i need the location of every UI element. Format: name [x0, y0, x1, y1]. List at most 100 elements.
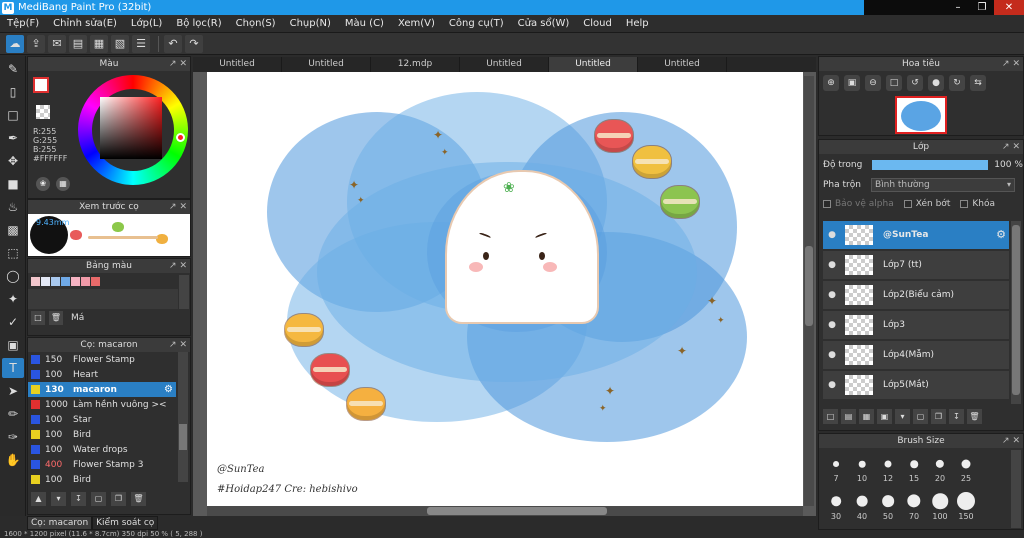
palette-swatch[interactable] — [71, 277, 80, 286]
brush-size-option[interactable]: 10 — [849, 452, 875, 490]
panel-buttons-icon[interactable]: ↗ ✕ — [1002, 140, 1020, 154]
brush-item[interactable]: 100 Water drops — [28, 442, 176, 457]
menu-color[interactable]: Màu (C) — [338, 18, 391, 29]
blend-mode-select[interactable]: Bình thường ▾ — [870, 178, 1015, 192]
document-tab[interactable]: Untitled — [193, 57, 282, 72]
brush-item[interactable]: 150 Flower Stamp — [28, 352, 176, 367]
delete-palette-icon[interactable]: 🗑 — [49, 311, 63, 325]
move-tool-icon[interactable]: ✥ — [2, 151, 24, 171]
zoom-in-icon[interactable]: ⊕ — [823, 75, 839, 91]
document-tab[interactable]: Untitled — [460, 57, 549, 72]
fill-tool-icon[interactable]: ♨ — [2, 197, 24, 217]
layer-item[interactable]: ● Lớp3 — [823, 311, 1009, 339]
visibility-icon[interactable]: ● — [823, 320, 841, 330]
reset-rotation-icon[interactable]: ● — [928, 75, 944, 91]
brush-size-option[interactable]: 12 — [875, 452, 901, 490]
cloud-icon[interactable]: ☁ — [6, 34, 24, 53]
document-tab[interactable]: Untitled — [549, 57, 638, 72]
brush-size-option[interactable]: 20 — [927, 452, 953, 490]
dot-tool-icon[interactable]: □ — [2, 105, 24, 125]
visibility-icon[interactable]: ● — [823, 290, 841, 300]
brush-item[interactable]: 400 Flower Stamp 3 — [28, 457, 176, 472]
hand-tool-icon[interactable]: ✋ — [2, 450, 24, 470]
flip-icon[interactable]: ⇆ — [970, 75, 986, 91]
layer-options-icon[interactable]: ▾ — [895, 409, 910, 424]
fit-icon[interactable]: ▣ — [844, 75, 860, 91]
palette-swatch[interactable] — [91, 277, 100, 286]
new-layer-icon[interactable]: □ — [823, 409, 838, 424]
list-icon[interactable]: ☰ — [132, 34, 150, 53]
visibility-icon[interactable]: ● — [823, 380, 841, 390]
menu-help[interactable]: Help — [619, 18, 656, 29]
brush-item[interactable]: 1000 Làm hềnh vuông >< — [28, 397, 176, 412]
text-tool-icon[interactable]: T — [2, 358, 24, 378]
duplicate-layer-icon[interactable]: ❐ — [931, 409, 946, 424]
rotate-left-icon[interactable]: ↺ — [907, 75, 923, 91]
grid-icon[interactable]: ▧ — [111, 34, 129, 53]
visibility-icon[interactable]: ● — [823, 260, 841, 270]
brush-size-option[interactable]: 40 — [849, 490, 875, 528]
menu-edit[interactable]: Chỉnh sửa(E) — [46, 18, 124, 29]
magic-wand-icon[interactable]: ✦ — [2, 289, 24, 309]
panel-buttons-icon[interactable]: ↗ ✕ — [169, 200, 187, 214]
palette-swatch[interactable] — [41, 277, 50, 286]
brush-scrollbar[interactable] — [178, 352, 188, 482]
add-brush-icon[interactable]: ▲ — [31, 492, 46, 506]
eraser-tool-icon[interactable]: ▯ — [2, 82, 24, 102]
palette-swatch[interactable] — [51, 277, 60, 286]
brush-size-option[interactable]: 150 — [953, 490, 979, 528]
duplicate-brush-icon[interactable]: ❐ — [111, 492, 126, 506]
visibility-icon[interactable]: ● — [823, 230, 841, 240]
undo-icon[interactable]: ↶ — [164, 34, 182, 53]
layer-item[interactable]: ● Lớp7 (tt) — [823, 251, 1009, 279]
import-brush-icon[interactable]: ↧ — [71, 492, 86, 506]
shape-tool-icon[interactable]: ■ — [2, 174, 24, 194]
navigator-thumbnail[interactable] — [895, 96, 947, 134]
hue-knob[interactable] — [176, 133, 185, 142]
delete-layer-icon[interactable]: 🗑 — [967, 409, 982, 424]
menu-cloud[interactable]: Cloud — [576, 18, 619, 29]
layer-scrollbar[interactable] — [1011, 221, 1021, 404]
document-tab[interactable]: 12.mdp — [371, 57, 460, 72]
document-tab[interactable]: Untitled — [638, 57, 727, 72]
gradient-tool-icon[interactable]: ▩ — [2, 220, 24, 240]
brush-size-option[interactable]: 25 — [953, 452, 979, 490]
minimize-icon[interactable]: – — [946, 0, 970, 15]
brush-size-scrollbar[interactable] — [1011, 450, 1021, 528]
brush-tool-icon[interactable]: ✎ — [2, 59, 24, 79]
comment-icon[interactable]: ✉ — [48, 34, 66, 53]
menu-file[interactable]: Tệp(F) — [0, 18, 46, 29]
new-palette-icon[interactable]: □ — [31, 311, 45, 325]
brush-size-option[interactable]: 30 — [823, 490, 849, 528]
new-halftone-layer-icon[interactable]: ▤ — [841, 409, 856, 424]
menu-capture[interactable]: Chụp(N) — [283, 18, 338, 29]
close-icon[interactable]: ✕ — [994, 0, 1024, 15]
select-pen-icon[interactable]: ✒ — [2, 128, 24, 148]
brush-options-icon[interactable]: ▾ — [51, 492, 66, 506]
palette-swatch[interactable] — [81, 277, 90, 286]
brush-item[interactable]: 100 Bird — [28, 472, 176, 487]
maximize-icon[interactable]: ❐ — [970, 0, 994, 15]
menu-filter[interactable]: Bộ lọc(R) — [169, 18, 228, 29]
tab-brush[interactable]: Cọ: macaron — [27, 516, 93, 530]
pen-icon[interactable]: ✑ — [2, 427, 24, 447]
selection-pen-icon[interactable]: ✓ — [2, 312, 24, 332]
gear-icon[interactable]: ⚙ — [996, 228, 1006, 241]
panel-buttons-icon[interactable]: ↗ ✕ — [169, 57, 187, 71]
brush-item[interactable]: 100 Bird — [28, 427, 176, 442]
protect-alpha-checkbox[interactable]: Bảo vệ alpha — [823, 199, 894, 209]
layer-item[interactable]: ● @SunTea ⚙ — [823, 221, 1009, 249]
lasso-tool-icon[interactable]: ◯ — [2, 266, 24, 286]
share-icon[interactable]: ⇪ — [27, 34, 45, 53]
color-wheel-icon[interactable]: ❀ — [36, 177, 50, 191]
layer-item[interactable]: ● Lớp2(Biểu cảm) — [823, 281, 1009, 309]
transparent-swatch[interactable] — [36, 105, 50, 119]
divide-tool-icon[interactable]: ▣ — [2, 335, 24, 355]
new-8bit-layer-icon[interactable]: ▦ — [859, 409, 874, 424]
panel-buttons-icon[interactable]: ↗ ✕ — [169, 338, 187, 352]
brush-item[interactable]: 100 Star — [28, 412, 176, 427]
rotate-right-icon[interactable]: ↻ — [949, 75, 965, 91]
layer-scroll-thumb[interactable] — [1012, 225, 1020, 395]
menu-tools[interactable]: Công cụ(T) — [442, 18, 511, 29]
brush-item[interactable]: 130 macaron ⚙ — [28, 382, 176, 397]
